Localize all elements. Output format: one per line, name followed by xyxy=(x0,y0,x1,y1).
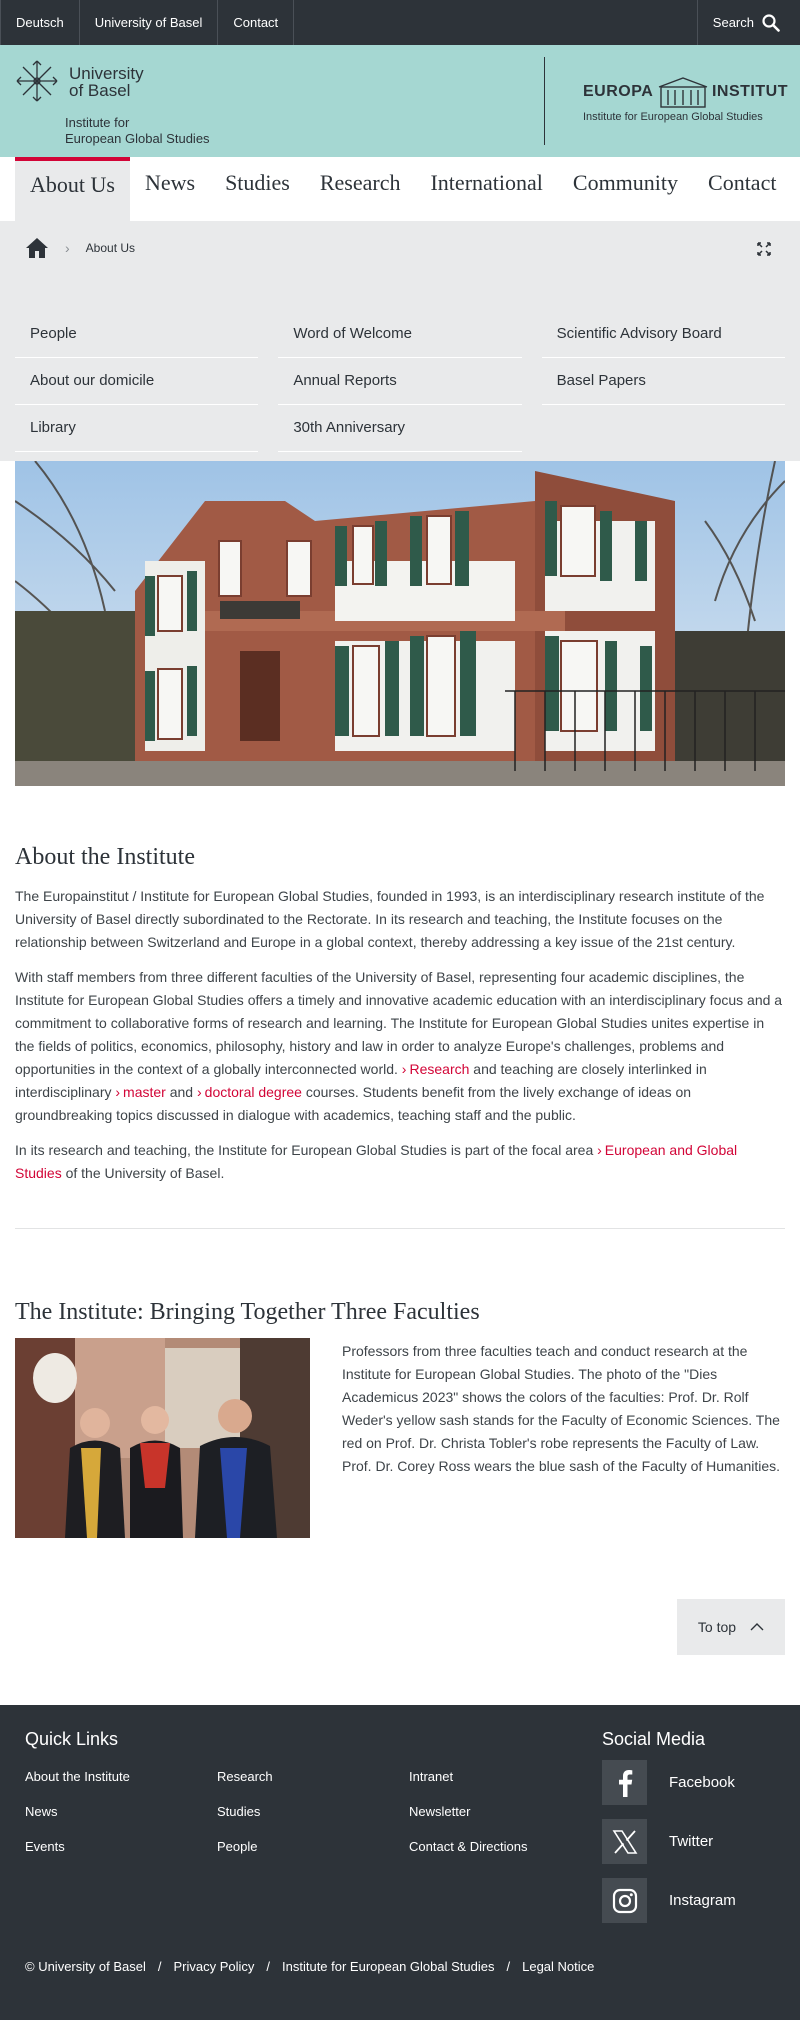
subnavigation: People Word of Welcome Scientific Adviso… xyxy=(15,311,785,452)
section-divider xyxy=(15,1228,785,1229)
breadcrumb: › About Us xyxy=(25,237,135,259)
to-top-label: To top xyxy=(697,1619,737,1635)
quick-link[interactable]: About the Institute xyxy=(25,1767,217,1787)
home-icon[interactable] xyxy=(25,237,49,259)
europa-logo-right: INSTITUT xyxy=(711,83,788,100)
footer: Quick Links About the Institute Research… xyxy=(0,1705,800,2020)
nav-international[interactable]: International xyxy=(415,157,557,221)
subnav-empty-cell xyxy=(542,405,785,452)
separator: / xyxy=(157,1959,162,1974)
university-name-line1: University xyxy=(69,64,144,83)
to-top-button[interactable]: To top xyxy=(677,1599,785,1655)
subnav-30th-anniversary[interactable]: 30th Anniversary xyxy=(278,405,522,452)
facebook-link[interactable]: Facebook xyxy=(602,1760,736,1805)
main-navigation: About Us News Studies Research Internati… xyxy=(0,157,800,221)
facebook-label: Facebook xyxy=(669,1774,735,1791)
master-link[interactable]: master xyxy=(115,1084,165,1100)
instagram-link[interactable]: Instagram xyxy=(602,1878,736,1923)
about-heading: About the Institute xyxy=(15,844,195,870)
nav-news[interactable]: News xyxy=(130,157,210,221)
europainstitut-logo[interactable]: EUROPA INSTITUT Institute for European G… xyxy=(583,75,788,123)
search-label: Search xyxy=(712,15,754,30)
social-media-links: Facebook Twitter Instagram xyxy=(602,1760,736,1937)
brand-header: University of Basel Institute for Europe… xyxy=(0,45,800,157)
subnav-basel-papers[interactable]: Basel Papers xyxy=(541,358,785,405)
quick-link[interactable]: News xyxy=(25,1802,217,1822)
faculties-photo xyxy=(15,1338,310,1538)
search-icon xyxy=(762,13,780,32)
quick-link[interactable]: Newsletter xyxy=(409,1802,601,1822)
university-link[interactable]: University of Basel xyxy=(80,0,219,45)
institute-name: Institute for European Global Studies xyxy=(65,115,210,147)
faculties-text: Professors from three faculties teach an… xyxy=(342,1343,781,1474)
institute-name-line1: Institute for xyxy=(65,115,130,130)
separator: / xyxy=(266,1959,271,1974)
europa-logo-left: EUROPA xyxy=(583,83,654,100)
quick-link[interactable]: Events xyxy=(25,1837,217,1857)
nav-community[interactable]: Community xyxy=(558,157,693,221)
quick-links: About the Institute Research Intranet Ne… xyxy=(25,1767,601,1857)
copyright-link[interactable]: © University of Basel xyxy=(25,1959,146,1974)
privacy-policy-link[interactable]: Privacy Policy xyxy=(173,1959,254,1974)
subnav-annual-reports[interactable]: Annual Reports xyxy=(278,358,522,405)
subnav-scientific-advisory-board[interactable]: Scientific Advisory Board xyxy=(541,311,785,358)
subnav-word-of-welcome[interactable]: Word of Welcome xyxy=(278,311,522,358)
institute-building-photo xyxy=(15,461,785,786)
university-name-line2: of Basel xyxy=(69,81,131,100)
x-twitter-icon xyxy=(602,1819,647,1864)
language-link[interactable]: Deutsch xyxy=(0,0,80,45)
about-p3-text-a: In its research and teaching, the Instit… xyxy=(15,1142,594,1158)
instagram-label: Instagram xyxy=(669,1892,736,1909)
about-us-dropdown: › About Us People Word of Welcome Scient… xyxy=(0,221,800,461)
facebook-icon xyxy=(602,1760,647,1805)
about-section: About the Institute The Europainstitut /… xyxy=(0,844,800,1185)
quick-link[interactable]: Studies xyxy=(217,1802,409,1822)
institute-link[interactable]: Institute for European Global Studies xyxy=(282,1959,494,1974)
search-button[interactable]: Search xyxy=(696,0,800,45)
subnav-about-our-domicile[interactable]: About our domicile xyxy=(15,358,259,405)
about-p2-and: and xyxy=(169,1084,194,1100)
nav-contact[interactable]: Contact xyxy=(693,157,791,221)
subnav-people[interactable]: People xyxy=(15,311,259,358)
close-icon[interactable] xyxy=(756,241,772,257)
twitter-label: Twitter xyxy=(669,1833,714,1850)
header-divider xyxy=(544,57,545,145)
faculties-heading: The Institute: Bringing Together Three F… xyxy=(15,1299,480,1325)
institute-name-line2: European Global Studies xyxy=(65,131,210,146)
nav-research[interactable]: Research xyxy=(305,157,416,221)
doctoral-degree-link[interactable]: doctoral degree xyxy=(197,1084,302,1100)
quick-link[interactable]: Research xyxy=(217,1767,409,1787)
contact-link[interactable]: Contact xyxy=(218,0,295,45)
university-star-logo-icon xyxy=(16,60,58,102)
social-media-heading: Social Media xyxy=(602,1729,706,1749)
legal-notice-link[interactable]: Legal Notice xyxy=(522,1959,594,1974)
chevron-up-icon xyxy=(750,1623,764,1631)
twitter-link[interactable]: Twitter xyxy=(602,1819,736,1864)
instagram-icon xyxy=(602,1878,647,1923)
separator: / xyxy=(506,1959,511,1974)
about-paragraph-2: With staff members from three different … xyxy=(15,966,785,1127)
quick-links-heading: Quick Links xyxy=(25,1729,119,1749)
breadcrumb-current[interactable]: About Us xyxy=(86,241,135,255)
nav-about-us[interactable]: About Us xyxy=(15,157,130,221)
about-paragraph-1: The Europainstitut / Institute for Europ… xyxy=(15,888,765,950)
europa-logo-subtitle: Institute for European Global Studies xyxy=(583,111,763,123)
subnav-library[interactable]: Library xyxy=(15,405,259,452)
building-icon xyxy=(658,77,707,108)
chevron-right-icon: › xyxy=(65,240,70,256)
research-link[interactable]: Research xyxy=(402,1061,470,1077)
about-p3-text-b: of the University of Basel. xyxy=(65,1165,225,1181)
about-paragraph-3: In its research and teaching, the Instit… xyxy=(15,1139,785,1185)
nav-studies[interactable]: Studies xyxy=(210,157,305,221)
quick-link[interactable]: Contact & Directions xyxy=(409,1837,601,1857)
legal-links: © University of Basel / Privacy Policy /… xyxy=(25,1959,594,1974)
university-logo[interactable]: University of Basel xyxy=(15,59,144,103)
quick-link[interactable]: People xyxy=(217,1837,409,1857)
faculties-section: The Institute: Bringing Together Three F… xyxy=(0,1299,800,1538)
top-bar: Deutsch University of Basel Contact Sear… xyxy=(0,0,800,45)
quick-link[interactable]: Intranet xyxy=(409,1767,601,1787)
